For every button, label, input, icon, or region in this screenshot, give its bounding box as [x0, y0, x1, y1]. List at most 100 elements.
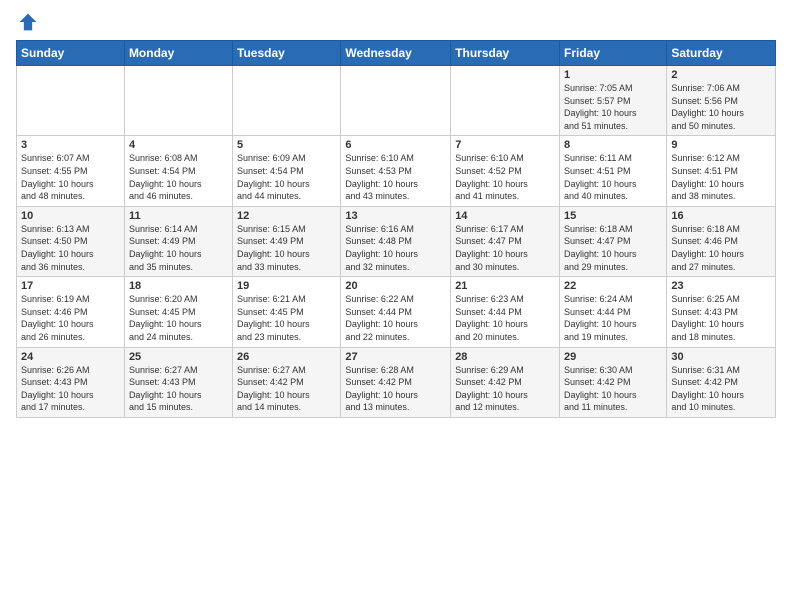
calendar-cell: 28Sunrise: 6:29 AM Sunset: 4:42 PM Dayli… [451, 347, 560, 417]
day-info: Sunrise: 6:11 AM Sunset: 4:51 PM Dayligh… [564, 152, 662, 202]
day-number: 14 [455, 210, 555, 222]
calendar-cell: 13Sunrise: 6:16 AM Sunset: 4:48 PM Dayli… [341, 206, 451, 276]
calendar-cell: 14Sunrise: 6:17 AM Sunset: 4:47 PM Dayli… [451, 206, 560, 276]
day-info: Sunrise: 6:07 AM Sunset: 4:55 PM Dayligh… [21, 152, 120, 202]
calendar-cell: 12Sunrise: 6:15 AM Sunset: 4:49 PM Dayli… [233, 206, 341, 276]
weekday-header-tuesday: Tuesday [233, 41, 341, 66]
day-number: 20 [345, 280, 446, 292]
calendar-cell: 7Sunrise: 6:10 AM Sunset: 4:52 PM Daylig… [451, 136, 560, 206]
day-info: Sunrise: 6:20 AM Sunset: 4:45 PM Dayligh… [129, 293, 228, 343]
calendar-week-row: 24Sunrise: 6:26 AM Sunset: 4:43 PM Dayli… [17, 347, 776, 417]
day-number: 13 [345, 210, 446, 222]
calendar-cell: 17Sunrise: 6:19 AM Sunset: 4:46 PM Dayli… [17, 277, 125, 347]
weekday-header-wednesday: Wednesday [341, 41, 451, 66]
calendar-week-row: 1Sunrise: 7:05 AM Sunset: 5:57 PM Daylig… [17, 66, 776, 136]
day-info: Sunrise: 6:18 AM Sunset: 4:46 PM Dayligh… [671, 223, 771, 273]
calendar-cell: 23Sunrise: 6:25 AM Sunset: 4:43 PM Dayli… [667, 277, 776, 347]
day-info: Sunrise: 6:19 AM Sunset: 4:46 PM Dayligh… [21, 293, 120, 343]
calendar-cell [17, 66, 125, 136]
day-info: Sunrise: 6:24 AM Sunset: 4:44 PM Dayligh… [564, 293, 662, 343]
weekday-header-thursday: Thursday [451, 41, 560, 66]
day-info: Sunrise: 6:08 AM Sunset: 4:54 PM Dayligh… [129, 152, 228, 202]
calendar-cell: 1Sunrise: 7:05 AM Sunset: 5:57 PM Daylig… [560, 66, 667, 136]
calendar-cell: 18Sunrise: 6:20 AM Sunset: 4:45 PM Dayli… [124, 277, 232, 347]
day-number: 24 [21, 351, 120, 363]
logo-icon [18, 12, 38, 32]
calendar-cell: 30Sunrise: 6:31 AM Sunset: 4:42 PM Dayli… [667, 347, 776, 417]
day-info: Sunrise: 6:12 AM Sunset: 4:51 PM Dayligh… [671, 152, 771, 202]
day-number: 11 [129, 210, 228, 222]
calendar-cell: 29Sunrise: 6:30 AM Sunset: 4:42 PM Dayli… [560, 347, 667, 417]
day-info: Sunrise: 7:05 AM Sunset: 5:57 PM Dayligh… [564, 82, 662, 132]
calendar-cell: 3Sunrise: 6:07 AM Sunset: 4:55 PM Daylig… [17, 136, 125, 206]
calendar-cell: 20Sunrise: 6:22 AM Sunset: 4:44 PM Dayli… [341, 277, 451, 347]
day-info: Sunrise: 6:30 AM Sunset: 4:42 PM Dayligh… [564, 364, 662, 414]
day-info: Sunrise: 6:28 AM Sunset: 4:42 PM Dayligh… [345, 364, 446, 414]
day-info: Sunrise: 6:15 AM Sunset: 4:49 PM Dayligh… [237, 223, 336, 273]
day-number: 21 [455, 280, 555, 292]
day-info: Sunrise: 6:17 AM Sunset: 4:47 PM Dayligh… [455, 223, 555, 273]
day-number: 18 [129, 280, 228, 292]
day-info: Sunrise: 6:26 AM Sunset: 4:43 PM Dayligh… [21, 364, 120, 414]
day-info: Sunrise: 6:27 AM Sunset: 4:42 PM Dayligh… [237, 364, 336, 414]
weekday-header-monday: Monday [124, 41, 232, 66]
day-number: 10 [21, 210, 120, 222]
day-info: Sunrise: 6:23 AM Sunset: 4:44 PM Dayligh… [455, 293, 555, 343]
calendar-cell: 8Sunrise: 6:11 AM Sunset: 4:51 PM Daylig… [560, 136, 667, 206]
calendar-cell: 5Sunrise: 6:09 AM Sunset: 4:54 PM Daylig… [233, 136, 341, 206]
day-info: Sunrise: 6:22 AM Sunset: 4:44 PM Dayligh… [345, 293, 446, 343]
calendar-cell: 25Sunrise: 6:27 AM Sunset: 4:43 PM Dayli… [124, 347, 232, 417]
day-number: 17 [21, 280, 120, 292]
weekday-header-friday: Friday [560, 41, 667, 66]
day-number: 23 [671, 280, 771, 292]
header [16, 12, 776, 32]
day-info: Sunrise: 6:27 AM Sunset: 4:43 PM Dayligh… [129, 364, 228, 414]
calendar-cell: 11Sunrise: 6:14 AM Sunset: 4:49 PM Dayli… [124, 206, 232, 276]
calendar-cell [341, 66, 451, 136]
day-info: Sunrise: 6:09 AM Sunset: 4:54 PM Dayligh… [237, 152, 336, 202]
day-number: 3 [21, 139, 120, 151]
calendar-cell: 9Sunrise: 6:12 AM Sunset: 4:51 PM Daylig… [667, 136, 776, 206]
day-info: Sunrise: 6:25 AM Sunset: 4:43 PM Dayligh… [671, 293, 771, 343]
calendar-cell: 21Sunrise: 6:23 AM Sunset: 4:44 PM Dayli… [451, 277, 560, 347]
weekday-header-row: SundayMondayTuesdayWednesdayThursdayFrid… [17, 41, 776, 66]
calendar-cell: 27Sunrise: 6:28 AM Sunset: 4:42 PM Dayli… [341, 347, 451, 417]
calendar-cell: 26Sunrise: 6:27 AM Sunset: 4:42 PM Dayli… [233, 347, 341, 417]
day-info: Sunrise: 6:14 AM Sunset: 4:49 PM Dayligh… [129, 223, 228, 273]
calendar-cell: 16Sunrise: 6:18 AM Sunset: 4:46 PM Dayli… [667, 206, 776, 276]
day-number: 1 [564, 69, 662, 81]
weekday-header-sunday: Sunday [17, 41, 125, 66]
day-number: 16 [671, 210, 771, 222]
day-number: 5 [237, 139, 336, 151]
day-number: 6 [345, 139, 446, 151]
day-info: Sunrise: 6:18 AM Sunset: 4:47 PM Dayligh… [564, 223, 662, 273]
day-number: 15 [564, 210, 662, 222]
day-number: 25 [129, 351, 228, 363]
day-number: 29 [564, 351, 662, 363]
day-info: Sunrise: 7:06 AM Sunset: 5:56 PM Dayligh… [671, 82, 771, 132]
day-number: 19 [237, 280, 336, 292]
day-number: 12 [237, 210, 336, 222]
day-number: 27 [345, 351, 446, 363]
day-number: 22 [564, 280, 662, 292]
page-container: SundayMondayTuesdayWednesdayThursdayFrid… [0, 0, 792, 426]
calendar-cell [451, 66, 560, 136]
calendar-cell: 22Sunrise: 6:24 AM Sunset: 4:44 PM Dayli… [560, 277, 667, 347]
day-info: Sunrise: 6:13 AM Sunset: 4:50 PM Dayligh… [21, 223, 120, 273]
day-number: 8 [564, 139, 662, 151]
day-info: Sunrise: 6:31 AM Sunset: 4:42 PM Dayligh… [671, 364, 771, 414]
logo [16, 12, 38, 32]
calendar-cell [124, 66, 232, 136]
day-info: Sunrise: 6:10 AM Sunset: 4:52 PM Dayligh… [455, 152, 555, 202]
day-info: Sunrise: 6:10 AM Sunset: 4:53 PM Dayligh… [345, 152, 446, 202]
calendar-cell: 4Sunrise: 6:08 AM Sunset: 4:54 PM Daylig… [124, 136, 232, 206]
calendar-cell: 2Sunrise: 7:06 AM Sunset: 5:56 PM Daylig… [667, 66, 776, 136]
calendar-week-row: 3Sunrise: 6:07 AM Sunset: 4:55 PM Daylig… [17, 136, 776, 206]
calendar-table: SundayMondayTuesdayWednesdayThursdayFrid… [16, 40, 776, 418]
day-number: 26 [237, 351, 336, 363]
day-number: 9 [671, 139, 771, 151]
day-info: Sunrise: 6:21 AM Sunset: 4:45 PM Dayligh… [237, 293, 336, 343]
calendar-cell: 24Sunrise: 6:26 AM Sunset: 4:43 PM Dayli… [17, 347, 125, 417]
calendar-week-row: 17Sunrise: 6:19 AM Sunset: 4:46 PM Dayli… [17, 277, 776, 347]
calendar-cell [233, 66, 341, 136]
